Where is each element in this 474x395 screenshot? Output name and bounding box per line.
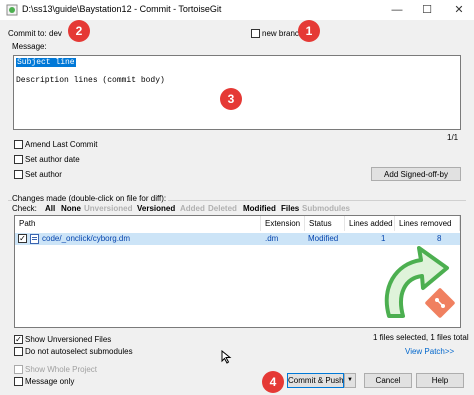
- column-lines-removed[interactable]: Lines removed: [395, 216, 460, 231]
- check-label: Check:: [12, 204, 37, 213]
- branch-name: dev: [49, 29, 62, 38]
- author-date-checkbox[interactable]: [14, 155, 23, 164]
- file-path: code/_onclick/cyborg.dm: [42, 234, 131, 243]
- show-whole-project-label: Show Whole Project: [25, 365, 98, 374]
- tortoisegit-logo-icon: [384, 246, 455, 318]
- amend-checkbox[interactable]: [14, 140, 23, 149]
- filter-versioned[interactable]: Versioned: [137, 204, 175, 213]
- file-icon: [30, 234, 39, 244]
- filter-unversioned[interactable]: Unversioned: [84, 204, 132, 213]
- line-counter: 1/1: [447, 133, 459, 142]
- file-checkbox[interactable]: ✓: [18, 234, 27, 243]
- show-unversioned-label: Show Unversioned Files: [25, 335, 112, 344]
- badge-3: 3: [220, 88, 242, 110]
- commit-push-button[interactable]: Commit & Push: [287, 373, 344, 388]
- help-button[interactable]: Help: [416, 373, 464, 388]
- files-selected-status: 1 files selected, 1 files total: [373, 333, 469, 342]
- set-author-checkbox[interactable]: [14, 170, 23, 179]
- file-status: Modified: [308, 234, 339, 243]
- show-unversioned-checkbox[interactable]: ✓: [14, 335, 23, 344]
- author-date-label: Set author date: [25, 155, 80, 164]
- no-autoselect-checkbox[interactable]: [14, 347, 23, 356]
- commit-dropdown-button[interactable]: ▼: [344, 373, 356, 388]
- filter-added[interactable]: Added: [180, 204, 205, 213]
- new-branch-checkbox[interactable]: [251, 29, 260, 38]
- badge-4: 4: [262, 371, 284, 393]
- view-patch-link[interactable]: View Patch>>: [405, 347, 454, 356]
- column-status[interactable]: Status: [305, 216, 345, 231]
- amend-label: Amend Last Commit: [25, 140, 98, 149]
- message-only-label: Message only: [25, 377, 75, 386]
- badge-1: 1: [298, 20, 320, 42]
- message-subject: Subject line: [16, 58, 76, 67]
- tortoisegit-icon: [6, 4, 18, 16]
- filter-modified[interactable]: Modified: [243, 204, 276, 213]
- column-path[interactable]: Path: [15, 216, 261, 231]
- commit-to-label: Commit to:: [8, 29, 47, 38]
- maximize-button[interactable]: ☐: [412, 0, 442, 20]
- minimize-button[interactable]: —: [382, 0, 412, 20]
- cursor-icon: [221, 350, 232, 364]
- filter-deleted[interactable]: Deleted: [208, 204, 237, 213]
- filter-submodules[interactable]: Submodules: [302, 204, 350, 213]
- set-author-label: Set author: [25, 170, 62, 179]
- badge-2: 2: [68, 20, 90, 42]
- message-label: Message:: [12, 42, 47, 51]
- signed-off-button[interactable]: Add Signed-off-by: [371, 167, 461, 181]
- show-whole-project-checkbox[interactable]: [14, 365, 23, 374]
- column-lines-added[interactable]: Lines added: [345, 216, 395, 231]
- window-title: D:\ss13\guide\Baystation12 - Commit - To…: [22, 4, 222, 14]
- message-body: Description lines (commit body): [16, 76, 165, 85]
- close-button[interactable]: ✕: [444, 0, 474, 20]
- filter-files[interactable]: Files: [281, 204, 299, 213]
- no-autoselect-label: Do not autoselect submodules: [25, 347, 133, 356]
- file-extension: .dm: [265, 234, 279, 243]
- message-only-checkbox[interactable]: [14, 377, 23, 386]
- filter-all[interactable]: All: [45, 204, 55, 213]
- changes-label: Changes made (double-click on file for d…: [12, 194, 169, 203]
- filter-none[interactable]: None: [61, 204, 81, 213]
- file-list[interactable]: Path Extension Status Lines added Lines …: [14, 215, 461, 328]
- column-extension[interactable]: Extension: [261, 216, 305, 231]
- cancel-button[interactable]: Cancel: [364, 373, 412, 388]
